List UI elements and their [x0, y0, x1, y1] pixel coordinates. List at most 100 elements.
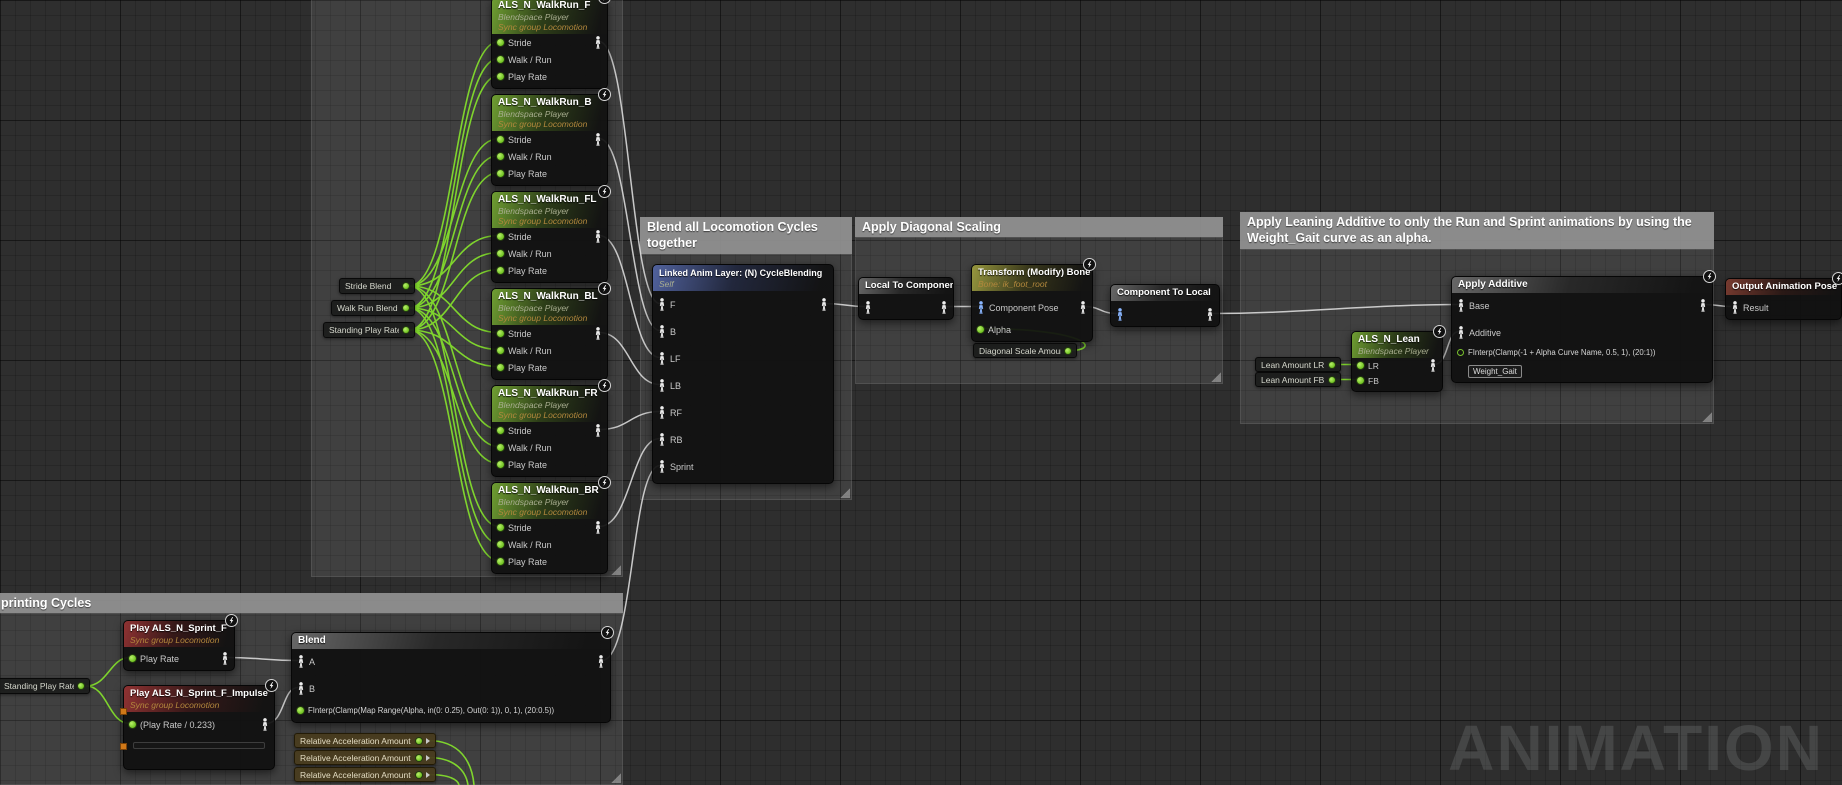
stride-pin[interactable] [497, 427, 504, 434]
output-pin[interactable] [1329, 362, 1335, 368]
stride-pin[interactable] [497, 233, 504, 240]
node-local-to-component[interactable]: Local To Component [858, 277, 954, 320]
variable-node-diagonal-scale-amount[interactable]: Diagonal Scale Amount [973, 343, 1077, 358]
pose-output-pin[interactable] [594, 521, 602, 534]
pose-input-pin[interactable] [658, 352, 666, 365]
pose-input-pin[interactable] [658, 433, 666, 446]
stride-pin[interactable] [497, 136, 504, 143]
node-als-n-walkrun-fr[interactable]: ALS_N_WalkRun_FR Blendspace Player Sync … [491, 385, 608, 477]
output-pin[interactable] [403, 327, 409, 333]
alpha-pin[interactable] [297, 707, 304, 714]
pose-input-pin[interactable] [658, 379, 666, 392]
walk-run-pin[interactable] [497, 56, 504, 63]
pose-output-pin[interactable] [261, 718, 269, 731]
walk-run-pin[interactable] [497, 347, 504, 354]
node-linked-anim-layer[interactable]: Linked Anim Layer: (N) CycleBlending Sel… [652, 264, 834, 484]
lr-pin[interactable] [1357, 362, 1364, 369]
pose-output-pin[interactable] [820, 298, 828, 311]
pose-output-pin[interactable] [594, 230, 602, 243]
node-als-n-lean[interactable]: ALS_N_Lean Blendspace Player LR FB [1351, 331, 1443, 392]
stride-pin[interactable] [497, 330, 504, 337]
node-als-n-walkrun-br[interactable]: ALS_N_WalkRun_BR Blendspace Player Sync … [491, 482, 608, 574]
pose-output-pin[interactable] [221, 652, 229, 665]
play-rate-pin[interactable] [497, 558, 504, 565]
variable-node-standing-play-rate[interactable]: Standing Play Rate [323, 322, 415, 338]
pose-input-pin[interactable] [658, 325, 666, 338]
play-rate-pin[interactable] [497, 170, 504, 177]
stride-pin[interactable] [497, 524, 504, 531]
node-output-animation-pose[interactable]: Output Animation Pose Result [1725, 278, 1842, 320]
pose-input-pin[interactable] [658, 406, 666, 419]
walk-run-pin[interactable] [497, 153, 504, 160]
exposed-pin-orange[interactable] [120, 743, 127, 750]
pose-input-pin[interactable] [1116, 308, 1124, 321]
pose-output-pin[interactable] [940, 301, 948, 314]
output-pin[interactable] [403, 283, 409, 289]
pose-input-pin[interactable] [1457, 326, 1465, 339]
play-rate-pin[interactable] [497, 461, 504, 468]
node-als-n-walkrun-bl[interactable]: ALS_N_WalkRun_BL Blendspace Player Sync … [491, 288, 608, 380]
output-pin[interactable] [78, 683, 84, 689]
pose-input-pin[interactable] [297, 655, 305, 668]
alpha-curve-name-field[interactable]: Weight_Gait [1468, 365, 1522, 378]
output-pin[interactable] [416, 738, 422, 744]
walk-run-pin[interactable] [497, 444, 504, 451]
alpha-pin[interactable] [1457, 349, 1464, 356]
exposed-pin-orange[interactable] [120, 708, 127, 715]
output-pin[interactable] [1065, 348, 1071, 354]
node-play-als-n-sprint-f-impulse[interactable]: Play ALS_N_Sprint_F_Impulse Sync group L… [123, 685, 275, 770]
output-pin[interactable] [403, 305, 409, 311]
output-pin[interactable] [1329, 377, 1335, 383]
node-apply-additive[interactable]: Apply Additive Base Additive FInterp(Cla… [1451, 276, 1713, 383]
pose-output-pin[interactable] [1429, 359, 1437, 372]
stride-pin[interactable] [497, 39, 504, 46]
pose-input-pin[interactable] [658, 298, 666, 311]
play-rate-pin[interactable] [129, 721, 136, 728]
pose-output-pin[interactable] [594, 424, 602, 437]
play-rate-pin[interactable] [129, 655, 136, 662]
pose-input-pin[interactable] [864, 301, 872, 314]
pose-input-pin[interactable] [1731, 301, 1739, 314]
variable-node-relative-acceleration-z[interactable]: Relative Acceleration Amount Z [294, 767, 436, 782]
variable-node-standing-play-rate-sprint[interactable]: Standing Play Rate [0, 678, 90, 694]
walk-run-pin[interactable] [497, 250, 504, 257]
node-play-als-n-sprint-f[interactable]: Play ALS_N_Sprint_F Sync group Locomotio… [123, 620, 235, 671]
pose-output-pin[interactable] [594, 36, 602, 49]
pose-output-pin[interactable] [597, 655, 605, 668]
pose-input-pin[interactable] [1457, 299, 1465, 312]
output-pin[interactable] [416, 772, 422, 778]
variable-node-relative-acceleration-x[interactable]: Relative Acceleration Amount X [294, 733, 436, 748]
blueprint-graph-canvas[interactable]: Blend all Locomotion Cycles together App… [0, 0, 1842, 785]
walk-run-pin[interactable] [497, 541, 504, 548]
alpha-pin[interactable] [977, 326, 984, 333]
comment-title[interactable]: Blend all Locomotion Cycles together [640, 217, 852, 254]
pose-output-pin[interactable] [594, 327, 602, 340]
comment-title[interactable]: Apply Leaning Additive to only the Run a… [1240, 212, 1714, 249]
output-pin[interactable] [416, 755, 422, 761]
pose-input-pin[interactable] [297, 682, 305, 695]
pose-output-pin[interactable] [1699, 299, 1707, 312]
play-rate-pin[interactable] [497, 73, 504, 80]
variable-node-lean-amount-lr[interactable]: Lean Amount LR [1255, 357, 1341, 372]
play-rate-pin[interactable] [497, 267, 504, 274]
node-transform-modify-bone[interactable]: Transform (Modify) Bone Bone: ik_foot_ro… [971, 264, 1093, 342]
pose-input-pin[interactable] [658, 460, 666, 473]
play-rate-pin[interactable] [497, 364, 504, 371]
variable-node-relative-acceleration-y[interactable]: Relative Acceleration Amount Y [294, 750, 436, 765]
node-als-n-walkrun-f[interactable]: ALS_N_WalkRun_F Blendspace Player Sync g… [491, 0, 608, 89]
fb-pin[interactable] [1357, 377, 1364, 384]
pose-input-pin[interactable] [977, 301, 985, 314]
variable-node-walk-run-blend[interactable]: Walk Run Blend [331, 300, 415, 316]
node-als-n-walkrun-fl[interactable]: ALS_N_WalkRun_FL Blendspace Player Sync … [491, 191, 608, 283]
node-component-to-local[interactable]: Component To Local [1110, 284, 1220, 327]
pose-output-pin[interactable] [594, 133, 602, 146]
pose-output-pin[interactable] [1079, 301, 1087, 314]
variable-node-stride-blend[interactable]: Stride Blend [339, 278, 415, 294]
node-als-n-walkrun-b[interactable]: ALS_N_WalkRun_B Blendspace Player Sync g… [491, 94, 608, 186]
variable-node-lean-amount-fb[interactable]: Lean Amount FB [1255, 372, 1341, 387]
node-blend[interactable]: Blend A B FInterp(Clamp(Map Range(Alpha,… [291, 632, 611, 723]
scrub-bar[interactable] [133, 742, 265, 749]
comment-title[interactable]: Apply Diagonal Scaling [855, 217, 1223, 237]
comment-title[interactable]: printing Cycles [0, 593, 623, 613]
pose-output-pin[interactable] [1206, 308, 1214, 321]
